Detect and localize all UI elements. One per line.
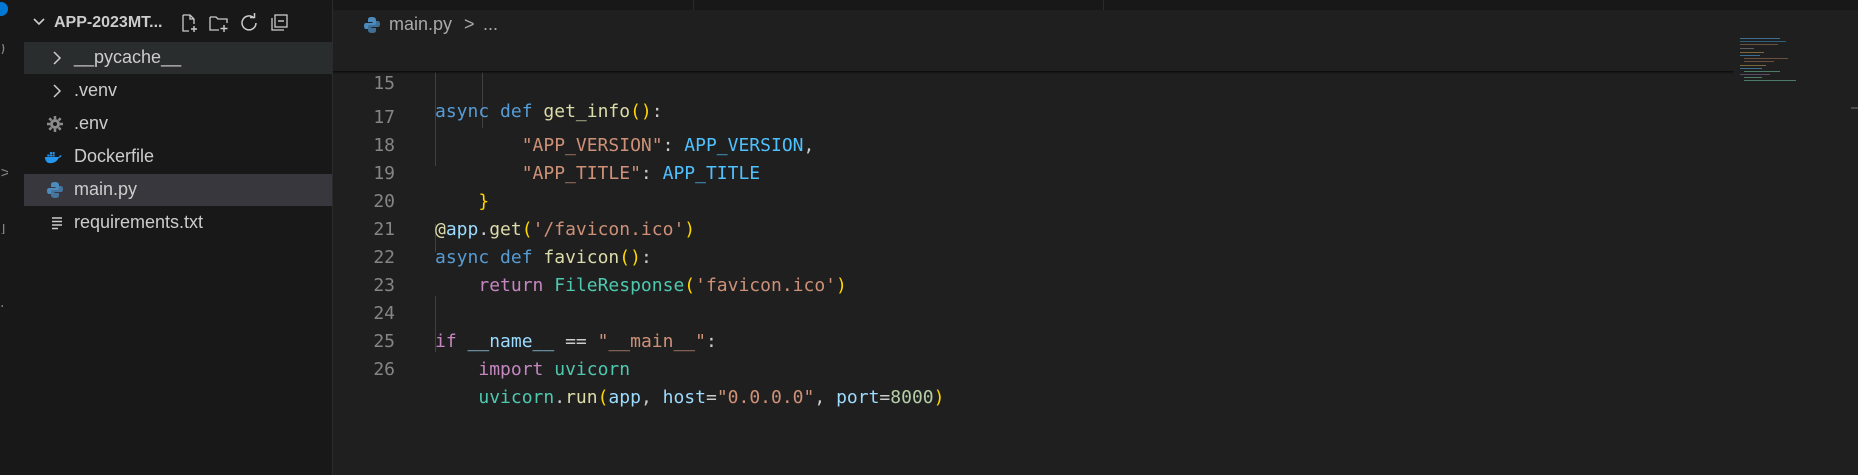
code-line: async def get_info(): [435,101,663,122]
tab-divider [693,0,694,10]
code-line: "APP_VERSION": APP_VERSION, [521,135,815,156]
code-line-21[interactable]: 21 async def favicon(): [333,188,651,268]
notification-badge[interactable] [0,2,8,16]
code-line-18[interactable]: 18 "APP_TITLE": APP_TITLE [333,104,760,184]
explorer-panel: APP-2023MT... __pycache__ .venv .env Doc… [24,0,333,475]
tree-item-venv[interactable]: .venv [24,75,332,107]
code-line-19[interactable]: 19 } [333,132,489,212]
tree-item-env[interactable]: .env [24,108,332,140]
breadcrumb-separator: > [464,14,475,34]
tree-item-label: requirements.txt [74,212,204,232]
code-line-25[interactable]: 25 import uvicorn [333,300,630,380]
tab-bar [333,0,1858,10]
docker-icon [44,149,62,165]
breadcrumb-file[interactable]: main.py [389,14,452,35]
gear-icon [46,116,64,132]
source-control-icon[interactable]: ˘ [0,106,8,116]
remote-icon[interactable]: · [0,302,8,312]
activity-bar: ) ˘ > ] · [0,0,24,475]
python-icon [363,16,381,39]
chevron-right-icon [48,50,66,66]
code-line: if __name__ == "__main__": [435,331,717,352]
line-number: 26 [373,359,395,380]
refresh-icon[interactable] [236,10,262,36]
tree-item-label: __pycache__ [74,47,182,67]
breadcrumb-symbol[interactable]: ... [483,14,498,35]
workspace-title: APP-2023MT... [54,14,163,31]
code-line-20[interactable]: 20 @app.get('/favicon.ico') [333,160,695,240]
tree-item-label: .env [74,113,109,133]
python-icon [46,182,64,198]
code-line-24[interactable]: 24 if __name__ == "__main__": [333,272,717,352]
tab-divider [1103,0,1104,10]
code-line-23[interactable]: 23 [333,244,395,296]
tree-item-main-py[interactable]: main.py [24,174,332,206]
sticky-scroll-shadow [333,71,1733,74]
code-editor[interactable]: 15 async def get_info(): 17 "APP_VERSION… [333,42,1858,475]
code-line-22[interactable]: 22 return FileResponse('favicon.ico') [333,216,847,296]
extensions-icon[interactable]: ] [0,224,8,234]
search-icon[interactable]: ) [0,44,8,54]
code-line: @app.get('/favicon.ico') [435,219,696,240]
explorer-header[interactable]: APP-2023MT... [24,10,332,40]
run-debug-icon[interactable]: > [0,168,8,178]
collapse-all-icon[interactable] [266,10,292,36]
tree-item-label: main.py [74,179,138,199]
code-line: async def favicon(): [435,247,652,268]
chevron-down-icon[interactable] [32,15,46,33]
code-line-26[interactable]: 26 uvicorn.run(app, host="0.0.0.0", port… [333,328,944,408]
tree-item-dockerfile[interactable]: Dockerfile [24,141,332,173]
minimap[interactable] [1735,38,1845,98]
code-line: "APP_TITLE": APP_TITLE [521,163,761,184]
scrollbar-thumb[interactable] [1851,107,1858,109]
tree-item-label: .venv [74,80,118,100]
sticky-scroll-line[interactable]: 15 async def get_info(): [333,42,662,122]
code-line: } [478,191,490,212]
code-line: return FileResponse('favicon.ico') [478,275,847,296]
code-line-17[interactable]: 17 "APP_VERSION": APP_VERSION, [333,76,814,156]
tree-item-requirements[interactable]: requirements.txt [24,207,332,239]
tree-item-pycache[interactable]: __pycache__ [24,42,332,74]
chevron-right-icon [48,83,66,99]
code-line: import uvicorn [478,359,631,380]
new-file-icon[interactable] [176,10,202,36]
tree-item-label: Dockerfile [74,146,155,166]
text-file-icon [48,215,66,231]
new-folder-icon[interactable] [206,10,232,36]
code-line: uvicorn.run(app, host="0.0.0.0", port=80… [478,387,945,408]
